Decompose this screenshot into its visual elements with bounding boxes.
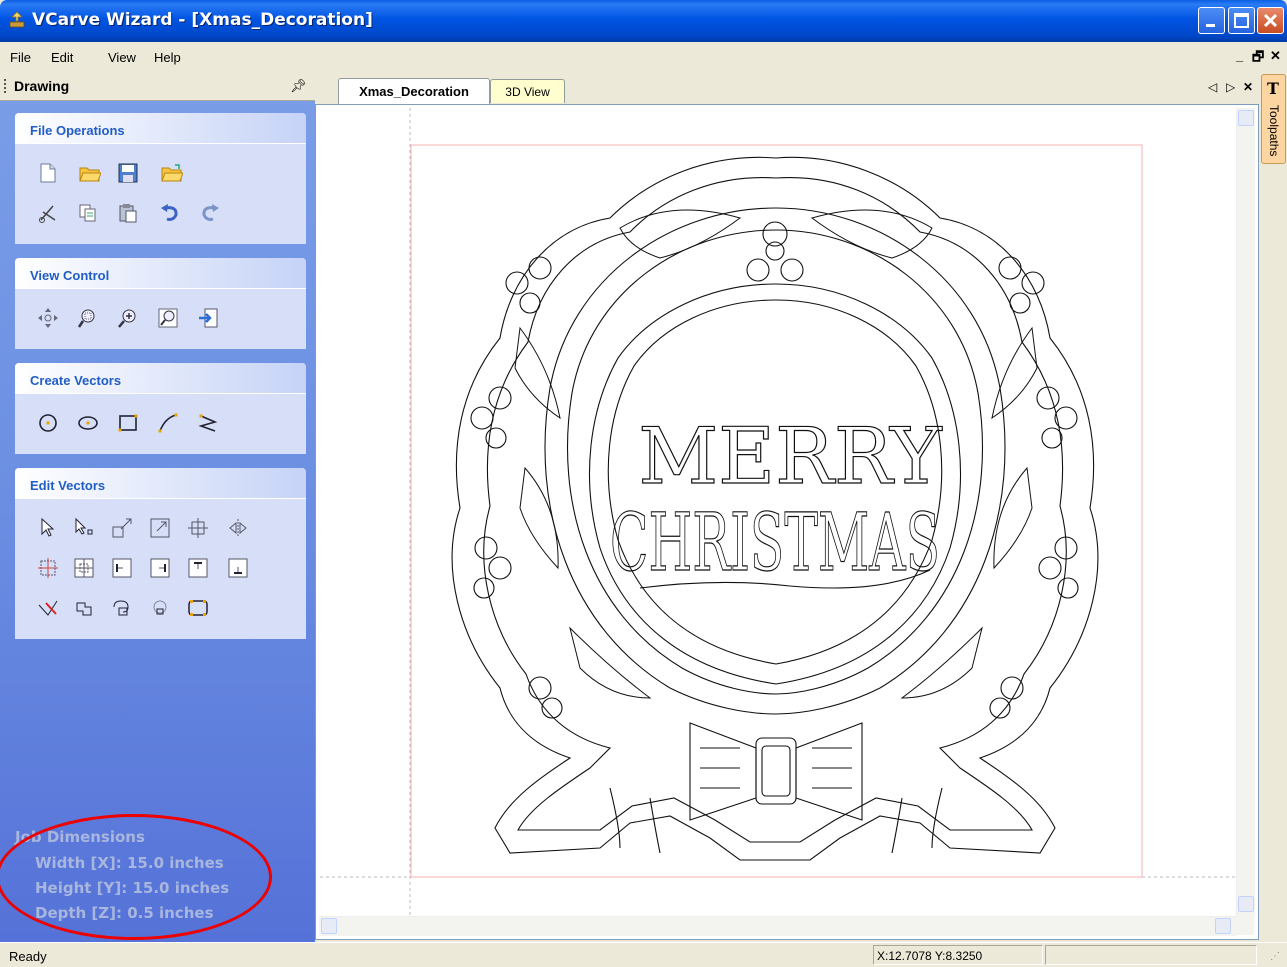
draw-circle-icon[interactable] [37,412,59,434]
section-title[interactable]: View Control [15,258,306,288]
scroll-left-icon[interactable] [321,918,337,934]
menu-bar: File Edit View Help _ 🗗 ✕ [0,42,1287,70]
align-center-page-icon[interactable] [73,557,95,579]
panel-header: Drawing 📌︎ [0,72,315,101]
zoom-in-icon[interactable] [117,307,139,329]
trim-icon[interactable] [37,597,59,619]
section-view-control: View Control [15,258,306,349]
close-button[interactable] [1257,7,1284,34]
fillet-icon[interactable] [187,597,209,619]
section-title[interactable]: Create Vectors [15,363,306,393]
draw-curve-icon[interactable] [197,412,219,434]
cursor-coordinates: X:12.7078 Y:8.3250 [873,945,1043,965]
align-top-icon[interactable] [187,557,209,579]
section-title[interactable]: Edit Vectors [15,468,306,498]
scroll-right-icon[interactable] [1215,918,1231,934]
zoom-all-icon[interactable] [157,307,179,329]
select-icon[interactable] [37,517,59,539]
tab-xmas-decoration[interactable]: Xmas_Decoration [338,78,490,104]
maximize-button[interactable] [1228,7,1255,34]
menu-help[interactable]: Help [154,50,181,65]
merry-christmas-text: MERRY CHRISTMAS [609,411,943,589]
pin-icon[interactable]: 📌︎ [290,78,307,94]
new-file-icon[interactable] [37,162,59,184]
maximize-icon [1234,13,1249,28]
save-icon[interactable] [117,162,139,184]
toolpaths-label: Toolpaths [1267,105,1281,157]
status-text: Ready [9,949,47,964]
status-bar: Ready X:12.7078 Y:8.3250 ⋰ [0,942,1287,967]
section-file-operations: File Operations [15,113,306,244]
tab-3d-view[interactable]: 3D View [490,79,565,103]
tab-scroll-right-icon[interactable]: ▷ [1226,80,1235,94]
align-left-icon[interactable] [111,557,133,579]
import-folder-icon[interactable] [161,162,183,184]
mdi-close-icon[interactable]: ✕ [1270,48,1281,64]
scroll-corner [1236,916,1254,935]
panel-title: Drawing [14,78,70,94]
toolpaths-icon: T [1267,79,1279,98]
scroll-up-icon[interactable] [1238,110,1254,126]
minimize-icon [1206,24,1215,27]
window-title: VCarve Wizard - [Xmas_Decoration] [32,10,373,30]
move-icon[interactable] [187,517,209,539]
intersect-icon[interactable] [149,597,171,619]
copy-icon[interactable] [77,202,99,224]
pan-icon[interactable] [37,307,59,329]
undo-icon[interactable] [159,202,181,224]
cut-icon[interactable] [37,202,59,224]
subtract-icon[interactable] [111,597,133,619]
align-bottom-icon[interactable] [227,557,249,579]
fit-view-icon[interactable] [197,307,219,329]
highlight-oval [0,814,272,940]
align-center-icon[interactable] [37,557,59,579]
section-title[interactable]: File Operations [15,113,306,143]
zoom-box-icon[interactable] [77,307,99,329]
scroll-down-icon[interactable] [1238,896,1254,912]
text-christmas: CHRISTMAS [610,496,940,589]
paste-icon[interactable] [117,202,139,224]
tab-scroll-left-icon[interactable]: ◁ [1208,80,1217,94]
drawing-canvas[interactable]: MERRY CHRISTMAS [320,108,1236,916]
title-bar: VCarve Wizard - [Xmas_Decoration] [0,0,1287,42]
tab-close-icon[interactable]: ✕ [1243,80,1253,94]
align-right-icon[interactable] [149,557,171,579]
toolpaths-tab[interactable]: T Toolpaths [1261,74,1286,164]
mirror-icon[interactable] [227,517,249,539]
vertical-scrollbar[interactable] [1236,108,1255,916]
mdi-restore-icon[interactable]: 🗗 [1252,48,1264,70]
text-merry: MERRY [638,412,943,502]
close-icon [1263,13,1278,28]
redo-icon[interactable] [199,202,221,224]
drawing-panel: Drawing 📌︎ File Operations View Control [0,72,315,942]
node-edit-icon[interactable] [73,517,95,539]
draw-ellipse-icon[interactable] [77,412,99,434]
menu-view[interactable]: View [108,50,136,65]
minimize-button[interactable] [1198,7,1225,34]
draw-rectangle-icon[interactable] [117,412,139,434]
scale-icon[interactable] [149,517,171,539]
weld-icon[interactable] [73,597,95,619]
horizontal-scrollbar[interactable] [319,916,1236,936]
open-folder-icon[interactable] [79,162,101,184]
section-create-vectors: Create Vectors [15,363,306,454]
draw-polyline-icon[interactable] [157,412,179,434]
menu-file[interactable]: File [10,50,31,65]
bow [609,722,943,854]
grip-icon[interactable] [4,79,8,93]
transform-icon[interactable] [111,517,133,539]
section-edit-vectors: Edit Vectors [15,468,306,639]
resize-grip-icon[interactable]: ⋰ [1270,951,1280,962]
mdi-minimize-icon[interactable]: _ [1236,48,1243,63]
menu-edit[interactable]: Edit [51,50,73,65]
status-pane [1045,945,1257,965]
app-icon [9,11,25,28]
